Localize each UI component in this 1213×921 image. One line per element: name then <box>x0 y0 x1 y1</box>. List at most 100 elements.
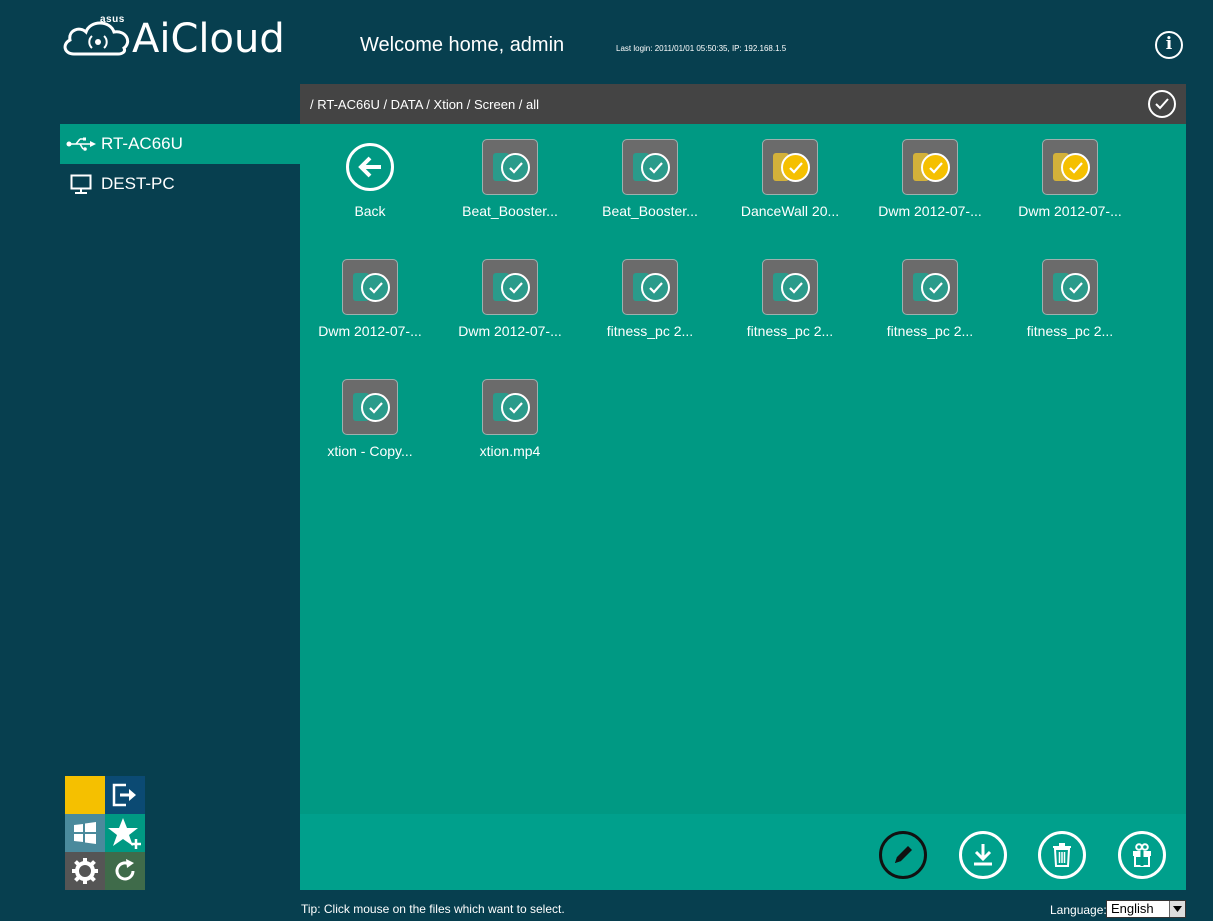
video-file-icon <box>762 259 818 315</box>
video-file-icon <box>622 139 678 195</box>
welcome-text: Welcome home, admin <box>360 34 565 56</box>
sidebar-item-label: DEST-PC <box>101 174 175 193</box>
video-file-icon <box>342 379 398 435</box>
chevron-down-icon <box>1169 901 1185 917</box>
file-item[interactable]: DanceWall 20... <box>720 139 860 259</box>
file-item[interactable]: fitness_pc 2... <box>860 259 1000 379</box>
file-name: fitness_pc 2... <box>886 323 974 339</box>
trash-icon <box>1053 843 1071 867</box>
file-item[interactable]: fitness_pc 2... <box>720 259 860 379</box>
sidebar-item-rt-ac66u[interactable]: RT-AC66U <box>60 124 300 164</box>
check-icon <box>641 273 670 302</box>
check-icon <box>781 153 810 182</box>
file-name: Dwm 2012-07-... <box>1018 203 1122 219</box>
video-file-icon <box>622 259 678 315</box>
check-icon <box>501 153 530 182</box>
settings-tile[interactable] <box>65 852 105 890</box>
delete-button[interactable] <box>1038 831 1086 879</box>
windows-icon <box>74 822 96 844</box>
gift-icon <box>1133 843 1151 867</box>
arrow-left-icon <box>346 143 394 191</box>
breadcrumb: / RT-AC66U / DATA / Xtion / Screen / all <box>300 84 1186 124</box>
language-select[interactable]: English <box>1106 900 1186 918</box>
file-item[interactable]: fitness_pc 2... <box>1000 259 1140 379</box>
info-icon[interactable]: i <box>1155 31 1183 59</box>
video-file-icon <box>342 259 398 315</box>
video-file-icon <box>902 139 958 195</box>
file-name: Beat_Booster... <box>602 203 698 219</box>
file-name: Dwm 2012-07-... <box>878 203 982 219</box>
file-name: Back <box>354 203 386 219</box>
pencil-icon <box>895 846 912 863</box>
back-button[interactable]: Back <box>300 139 440 259</box>
file-item[interactable]: xtion.mp4 <box>440 379 580 499</box>
file-panel: Back Beat_Booster... Beat_Booster... DanceW… <box>300 124 1186 814</box>
file-item[interactable]: Dwm 2012-07-... <box>300 259 440 379</box>
star-plus-icon <box>108 818 141 849</box>
asus-brand: asus <box>100 14 125 25</box>
file-name: Dwm 2012-07-... <box>318 323 422 339</box>
check-icon <box>501 393 530 422</box>
check-icon <box>921 273 950 302</box>
file-item[interactable]: Beat_Booster... <box>580 139 720 259</box>
app-tiles <box>65 776 145 890</box>
logout-tile[interactable] <box>105 776 145 814</box>
file-item[interactable]: Dwm 2012-07-... <box>860 139 1000 259</box>
breadcrumb-path[interactable]: / RT-AC66U / DATA / Xtion / Screen / all <box>310 97 539 112</box>
language-value: English <box>1111 901 1154 916</box>
video-file-icon <box>482 259 538 315</box>
sync-tile[interactable] <box>105 852 145 890</box>
video-file-icon <box>762 139 818 195</box>
file-name: Beat_Booster... <box>462 203 558 219</box>
gear-icon <box>72 858 98 884</box>
check-icon <box>361 273 390 302</box>
file-item[interactable]: Beat_Booster... <box>440 139 580 259</box>
select-all-button[interactable] <box>1148 90 1176 118</box>
tip-text: Tip: Click mouse on the files which want… <box>301 902 565 916</box>
file-name: fitness_pc 2... <box>1026 323 1114 339</box>
file-name: fitness_pc 2... <box>606 323 694 339</box>
file-item[interactable]: xtion - Copy... <box>300 379 440 499</box>
video-file-icon <box>902 259 958 315</box>
check-icon <box>501 273 530 302</box>
usb-icon <box>66 134 96 154</box>
rename-button[interactable] <box>879 831 927 879</box>
last-login-text: Last login: 2011/01/01 05:50:35, IP: 192… <box>616 44 787 53</box>
refresh-icon <box>115 859 135 881</box>
file-grid: Back Beat_Booster... Beat_Booster... DanceW… <box>300 139 1140 499</box>
check-icon <box>641 153 670 182</box>
logout-icon <box>112 783 136 807</box>
file-name: xtion - Copy... <box>327 443 413 459</box>
monitor-icon <box>66 174 96 194</box>
windows-tile[interactable] <box>65 814 105 852</box>
video-file-icon <box>482 379 538 435</box>
sidebar-item-dest-pc[interactable]: DEST-PC <box>60 164 300 204</box>
check-icon <box>361 393 390 422</box>
logo-text: AiCloud <box>132 16 285 62</box>
check-icon <box>921 153 950 182</box>
video-file-icon <box>482 139 538 195</box>
file-item[interactable]: Dwm 2012-07-... <box>440 259 580 379</box>
file-item[interactable]: fitness_pc 2... <box>580 259 720 379</box>
video-file-icon <box>1042 259 1098 315</box>
video-file-icon <box>1042 139 1098 195</box>
file-name: xtion.mp4 <box>479 443 541 459</box>
file-name: Dwm 2012-07-... <box>458 323 562 339</box>
language-label: Language: <box>1050 903 1107 917</box>
action-toolbar <box>300 814 1186 890</box>
file-item[interactable]: Dwm 2012-07-... <box>1000 139 1140 259</box>
check-icon <box>1155 98 1169 110</box>
yellow-tile[interactable] <box>65 776 105 814</box>
download-icon <box>974 844 992 866</box>
check-icon <box>1061 273 1090 302</box>
sidebar-item-label: RT-AC66U <box>101 134 183 153</box>
share-button[interactable] <box>1118 831 1166 879</box>
aicloud-logo: asus AiCloud <box>60 14 290 62</box>
favorite-tile[interactable] <box>105 814 145 852</box>
check-icon <box>781 273 810 302</box>
device-sidebar: RT-AC66U DEST-PC <box>60 124 300 204</box>
file-name: DanceWall 20... <box>740 203 840 219</box>
check-icon <box>1061 153 1090 182</box>
download-button[interactable] <box>959 831 1007 879</box>
file-name: fitness_pc 2... <box>746 323 834 339</box>
